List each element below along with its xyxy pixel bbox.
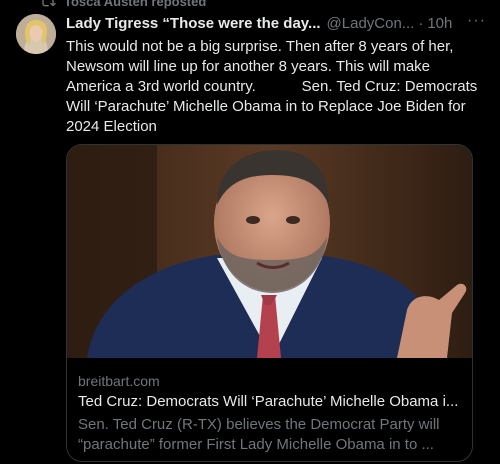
card-image[interactable] [67,145,472,358]
tweet-text: This would not be a big surprise. Then a… [66,38,482,135]
display-name[interactable]: Lady Tigress “Those were the day... [66,15,321,32]
card-domain: breitbart.com [78,373,160,389]
repost-indicator[interactable]: Tosca Austen reposted [40,0,207,9]
user-handle[interactable]: @LadyCon... [327,15,415,32]
repost-label: Tosca Austen reposted [64,0,207,9]
repost-icon [40,0,56,9]
avatar[interactable] [16,14,56,54]
link-card[interactable]: breitbart.com Ted Cruz: Democrats Will ‘… [66,144,473,462]
separator-dot: · [418,14,424,32]
tweet-header: Lady Tigress “Those were the day... @Lad… [66,12,486,34]
more-options-icon[interactable]: ··· [467,12,486,30]
card-description: Sen. Ted Cruz (R-TX) believes the Democr… [78,416,440,453]
timestamp[interactable]: 10h [427,15,452,32]
card-title[interactable]: Ted Cruz: Democrats Will ‘Parachute’ Mic… [78,393,463,410]
